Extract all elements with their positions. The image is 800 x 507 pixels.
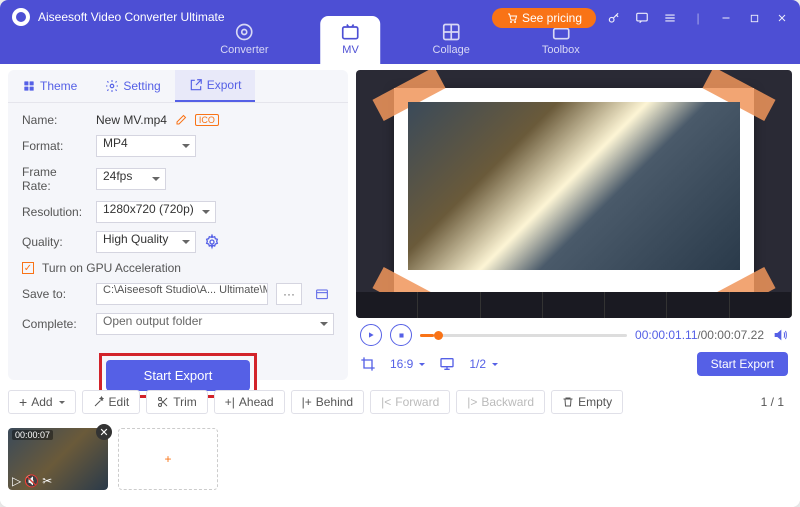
- clip-duration: 00:00:07: [12, 430, 53, 440]
- forward-button[interactable]: |<Forward: [370, 390, 450, 414]
- quality-select[interactable]: High Quality: [96, 231, 196, 253]
- start-export-side-button[interactable]: Start Export: [697, 352, 788, 376]
- volume-icon[interactable]: [772, 327, 788, 343]
- close-button[interactable]: [772, 8, 792, 28]
- clip-thumbnails: ✕ 00:00:07 ▷ 🔇 ✂ +: [8, 424, 792, 494]
- display-icon[interactable]: [439, 356, 455, 372]
- export-icon: [189, 78, 203, 92]
- open-folder-icon[interactable]: [310, 283, 334, 305]
- cart-icon: [506, 12, 518, 24]
- collage-icon: [441, 22, 461, 42]
- video-timeline[interactable]: [356, 292, 792, 318]
- content-area: Theme Setting Export Name: New MV.mp4: [0, 64, 800, 507]
- crop-icon[interactable]: [360, 356, 376, 372]
- time-display: 00:00:01.11/00:00:07.22: [635, 328, 764, 342]
- upper-panels: Theme Setting Export Name: New MV.mp4: [8, 70, 792, 380]
- progress-bar[interactable]: [420, 334, 627, 337]
- quality-settings-icon[interactable]: [204, 234, 220, 250]
- complete-select[interactable]: Open output folder: [96, 313, 334, 335]
- app-window: Aiseesoft Video Converter Ultimate Conve…: [0, 0, 800, 507]
- scissors-icon: [157, 396, 169, 408]
- menu-icon[interactable]: [660, 8, 680, 28]
- feedback-icon[interactable]: [632, 8, 652, 28]
- key-icon[interactable]: [604, 8, 624, 28]
- trim-button[interactable]: Trim: [146, 390, 208, 414]
- name-value[interactable]: New MV.mp4: [96, 113, 167, 127]
- clip-toolbar: +Add Edit Trim +|Ahead |+Behind |<Forwar…: [8, 388, 792, 416]
- gpu-label: Turn on GPU Acceleration: [42, 261, 181, 275]
- titlebar: Aiseesoft Video Converter Ultimate Conve…: [0, 0, 800, 64]
- window-controls: See pricing |: [492, 8, 792, 28]
- player-controls: 00:00:01.11/00:00:07.22: [356, 318, 792, 352]
- quality-label: Quality:: [22, 235, 88, 249]
- maximize-button[interactable]: [744, 8, 764, 28]
- video-content: [408, 102, 740, 270]
- format-label: Format:: [22, 139, 88, 153]
- mute-icon[interactable]: 🔇: [24, 474, 39, 488]
- framerate-select[interactable]: 24fps: [96, 168, 166, 190]
- backward-icon: |>: [467, 395, 477, 409]
- name-label: Name:: [22, 113, 88, 127]
- behind-icon: |+: [302, 395, 312, 409]
- remove-clip-icon[interactable]: ✕: [96, 424, 112, 440]
- divider: |: [688, 8, 708, 28]
- minimize-button[interactable]: [716, 8, 736, 28]
- forward-icon: |<: [381, 395, 391, 409]
- progress-fill: [420, 334, 434, 337]
- secondary-controls: 16:9 1/2 Start Export: [356, 352, 792, 380]
- subtab-theme[interactable]: Theme: [8, 70, 91, 102]
- resolution-select[interactable]: 1280x720 (720p): [96, 201, 216, 223]
- progress-handle[interactable]: [434, 331, 443, 340]
- start-export-button[interactable]: Start Export: [106, 360, 251, 391]
- tab-mv[interactable]: MV: [321, 16, 381, 64]
- app-title: Aiseesoft Video Converter Ultimate: [38, 10, 225, 24]
- converter-icon: [234, 22, 254, 42]
- app-logo-icon: [12, 8, 30, 26]
- complete-label: Complete:: [22, 317, 88, 331]
- stop-button[interactable]: [390, 324, 412, 346]
- sub-tabs: Theme Setting Export: [8, 70, 348, 103]
- resolution-label: Resolution:: [22, 205, 88, 219]
- ahead-icon: +|: [225, 395, 235, 409]
- video-preview[interactable]: [356, 70, 792, 318]
- theme-icon: [22, 79, 36, 93]
- tab-converter[interactable]: Converter: [200, 16, 288, 64]
- magic-wand-icon: [93, 396, 105, 408]
- save-label: Save to:: [22, 287, 88, 301]
- tab-collage[interactable]: Collage: [413, 16, 490, 64]
- photo-frame: [394, 88, 754, 300]
- preview-panel: 00:00:01.11/00:00:07.22 16:9 1/2 Start E…: [356, 70, 792, 380]
- gpu-checkbox[interactable]: ✓: [22, 262, 34, 274]
- format-select[interactable]: MP4: [96, 135, 196, 157]
- backward-button[interactable]: |>Backward: [456, 390, 545, 414]
- setting-icon: [105, 79, 119, 93]
- browse-button[interactable]: ···: [276, 283, 302, 305]
- edit-button[interactable]: Edit: [82, 390, 141, 414]
- subtab-setting[interactable]: Setting: [91, 70, 174, 102]
- export-panel: Theme Setting Export Name: New MV.mp4: [8, 70, 348, 380]
- edit-name-icon[interactable]: [175, 114, 187, 126]
- mv-icon: [341, 22, 361, 42]
- see-pricing-button[interactable]: See pricing: [492, 8, 596, 28]
- pagination: 1 / 1: [761, 395, 792, 409]
- add-clip-button[interactable]: +: [118, 428, 218, 490]
- trash-icon: [562, 396, 574, 408]
- framerate-label: Frame Rate:: [22, 165, 88, 193]
- ahead-button[interactable]: +|Ahead: [214, 390, 285, 414]
- play-button[interactable]: [360, 324, 382, 346]
- behind-button[interactable]: |+Behind: [291, 390, 365, 414]
- page-select[interactable]: 1/2: [463, 355, 504, 373]
- add-button[interactable]: +Add: [8, 390, 76, 414]
- play-icon[interactable]: ▷: [12, 474, 21, 488]
- export-form: Name: New MV.mp4 ICO Format: MP4 Frame R…: [8, 103, 348, 408]
- app-logo-area: Aiseesoft Video Converter Ultimate: [12, 8, 225, 26]
- subtab-export[interactable]: Export: [175, 70, 256, 102]
- empty-button[interactable]: Empty: [551, 390, 623, 414]
- clip-action-icons: ▷ 🔇 ✂: [12, 474, 52, 488]
- ico-badge: ICO: [195, 114, 219, 126]
- save-path-input[interactable]: C:\Aiseesoft Studio\A... Ultimate\MV Exp…: [96, 283, 268, 305]
- aspect-ratio-select[interactable]: 16:9: [384, 355, 431, 373]
- clip-thumbnail[interactable]: ✕ 00:00:07 ▷ 🔇 ✂: [8, 428, 108, 490]
- trim-icon[interactable]: ✂: [42, 474, 52, 488]
